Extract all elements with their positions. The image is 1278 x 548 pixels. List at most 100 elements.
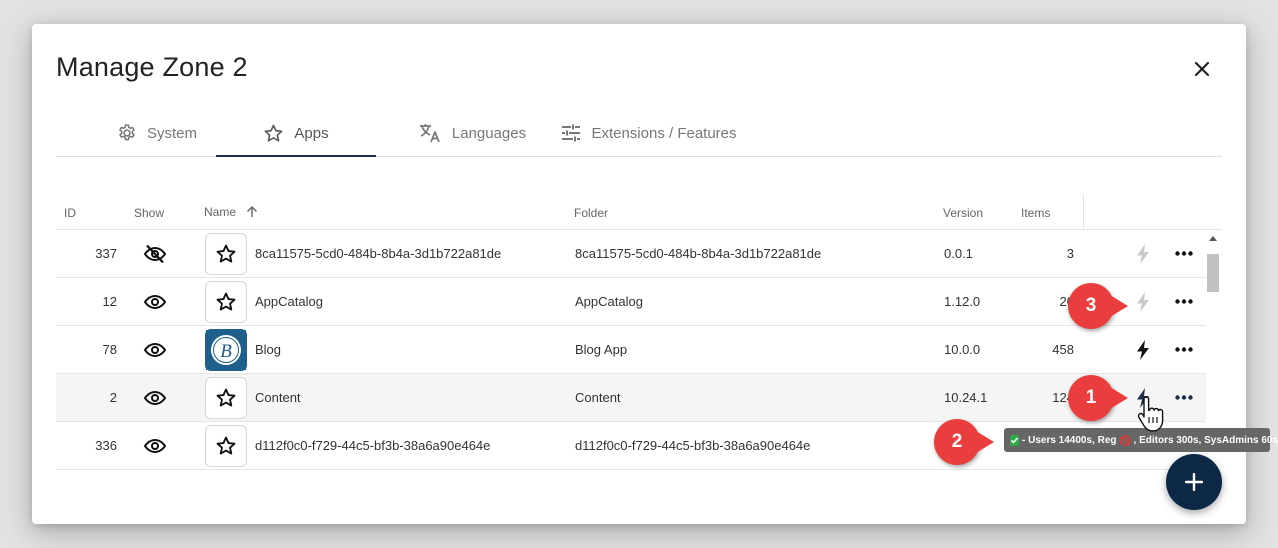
app-name: d112f0c0-f729-44c5-bf3b-38a6a90e464e bbox=[255, 438, 491, 453]
column-header-items[interactable]: Items bbox=[1021, 206, 1050, 220]
app-icon-cell bbox=[205, 422, 247, 469]
table-header: ID Show Name Folder Version Items bbox=[56, 194, 1222, 230]
more-horizontal-icon bbox=[1175, 251, 1193, 256]
translate-icon bbox=[419, 124, 440, 143]
app-name: AppCatalog bbox=[255, 294, 323, 309]
visibility-toggle[interactable] bbox=[142, 230, 168, 277]
app-folder: Content bbox=[575, 390, 621, 405]
blocked-icon bbox=[1119, 434, 1131, 446]
tab-bar: System Apps Languages Extensions / Featu… bbox=[56, 110, 1222, 157]
more-actions-button[interactable] bbox=[1173, 230, 1195, 277]
lightning-bolt-icon bbox=[1137, 243, 1149, 264]
close-button[interactable] bbox=[1189, 56, 1215, 82]
blog-logo-letter: B bbox=[220, 341, 232, 362]
visibility-toggle[interactable] bbox=[142, 422, 168, 469]
row-id: 337 bbox=[95, 246, 117, 261]
app-icon[interactable] bbox=[205, 280, 247, 323]
column-divider bbox=[1083, 194, 1084, 230]
star-icon bbox=[216, 436, 236, 455]
eye-icon bbox=[143, 342, 167, 357]
tab-extensions-features[interactable]: Extensions / Features bbox=[556, 110, 742, 156]
app-name: Blog bbox=[255, 342, 282, 357]
eye-icon bbox=[143, 438, 167, 453]
arrow-up-icon bbox=[247, 206, 258, 217]
app-name: 8ca11575-5cd0-484b-8b4a-3d1b722a81de bbox=[255, 246, 502, 261]
table-row[interactable]: 12 AppCatalog AppCatalog 1.12.0 20 bbox=[56, 278, 1206, 326]
callout-3: 3 bbox=[1068, 283, 1128, 329]
app-folder: Blog App bbox=[575, 342, 628, 357]
app-version: 0.0.1 bbox=[944, 246, 973, 261]
app-folder: AppCatalog bbox=[575, 294, 643, 309]
app-icon[interactable] bbox=[205, 376, 247, 419]
tab-apps[interactable]: Apps bbox=[216, 110, 376, 157]
plus-icon bbox=[1185, 473, 1203, 491]
scroll-up-arrow-icon[interactable] bbox=[1209, 236, 1217, 241]
column-header-version[interactable]: Version bbox=[943, 206, 983, 220]
tune-icon bbox=[562, 124, 581, 142]
app-icon-cell bbox=[205, 374, 247, 421]
more-horizontal-icon bbox=[1175, 395, 1193, 400]
column-header-show[interactable]: Show bbox=[134, 206, 164, 220]
eye-icon bbox=[143, 294, 167, 309]
app-icon-cell: B bbox=[205, 326, 247, 373]
star-icon bbox=[216, 388, 236, 407]
dialog-title: Manage Zone 2 bbox=[56, 52, 248, 82]
tab-apps-label: Apps bbox=[294, 124, 329, 142]
app-icon[interactable] bbox=[205, 232, 247, 275]
app-items: 458 bbox=[1052, 342, 1074, 357]
tooltip-text-1: - Users 14400s, Reg bbox=[1022, 434, 1117, 446]
app-icon[interactable] bbox=[205, 424, 247, 467]
close-icon bbox=[1194, 61, 1210, 77]
lightning-bolt-icon bbox=[1137, 291, 1149, 312]
eye-off-icon bbox=[143, 244, 167, 263]
flush-cache-button[interactable] bbox=[1134, 230, 1152, 277]
flush-cache-button[interactable] bbox=[1134, 278, 1152, 325]
app-version: 10.0.0 bbox=[944, 342, 981, 357]
app-items: 3 bbox=[1066, 246, 1074, 261]
row-id: 78 bbox=[102, 342, 117, 357]
callout-2: 2 bbox=[934, 419, 994, 465]
add-app-button[interactable] bbox=[1166, 454, 1222, 510]
app-version: 1.12.0 bbox=[944, 294, 981, 309]
blog-logo: B bbox=[206, 329, 246, 370]
flush-cache-button[interactable] bbox=[1134, 326, 1152, 373]
table-row[interactable]: 337 8ca11575-5cd0-484b-8b4a-3d1b722a81de… bbox=[56, 230, 1206, 278]
table-row[interactable]: 78 B Blog Blog App 10.0.0 458 bbox=[56, 326, 1206, 374]
visibility-toggle[interactable] bbox=[142, 278, 168, 325]
app-folder: 8ca11575-5cd0-484b-8b4a-3d1b722a81de bbox=[575, 246, 822, 261]
gear-icon bbox=[119, 124, 135, 141]
more-actions-button[interactable] bbox=[1173, 278, 1195, 325]
app-items: 20 bbox=[1059, 294, 1074, 309]
column-header-name-label: Name bbox=[204, 205, 237, 219]
visibility-toggle[interactable] bbox=[142, 326, 168, 373]
star-icon bbox=[216, 244, 236, 263]
row-id: 2 bbox=[109, 390, 117, 405]
tab-system[interactable]: System bbox=[88, 110, 226, 156]
more-actions-button[interactable] bbox=[1173, 326, 1195, 373]
tab-languages[interactable]: Languages bbox=[392, 110, 552, 156]
tab-extensions-label: Extensions / Features bbox=[591, 124, 737, 142]
eye-icon bbox=[143, 390, 167, 405]
app-icon[interactable]: B bbox=[205, 328, 247, 371]
app-items: 124 bbox=[1052, 390, 1074, 405]
star-icon bbox=[264, 124, 283, 142]
row-id: 12 bbox=[102, 294, 117, 309]
row-id: 336 bbox=[95, 438, 117, 453]
app-name: Content bbox=[255, 390, 301, 405]
more-actions-button[interactable] bbox=[1173, 374, 1195, 421]
column-header-name[interactable]: Name bbox=[204, 205, 258, 219]
column-header-id[interactable]: ID bbox=[64, 206, 76, 220]
table-row[interactable]: 2 Content Content 10.24.1 124 bbox=[56, 374, 1206, 422]
column-header-folder[interactable]: Folder bbox=[574, 206, 608, 220]
star-icon bbox=[216, 292, 236, 311]
lightning-bolt-icon bbox=[1137, 339, 1149, 360]
scroll-thumb[interactable] bbox=[1207, 254, 1219, 292]
app-version: 10.24.1 bbox=[944, 390, 988, 405]
tab-languages-label: Languages bbox=[451, 124, 527, 142]
callout-1: 1 bbox=[1068, 375, 1128, 421]
check-icon bbox=[1010, 434, 1019, 446]
app-icon-cell bbox=[205, 278, 247, 325]
more-horizontal-icon bbox=[1175, 299, 1193, 304]
app-icon-cell bbox=[205, 230, 247, 277]
visibility-toggle[interactable] bbox=[142, 374, 168, 421]
